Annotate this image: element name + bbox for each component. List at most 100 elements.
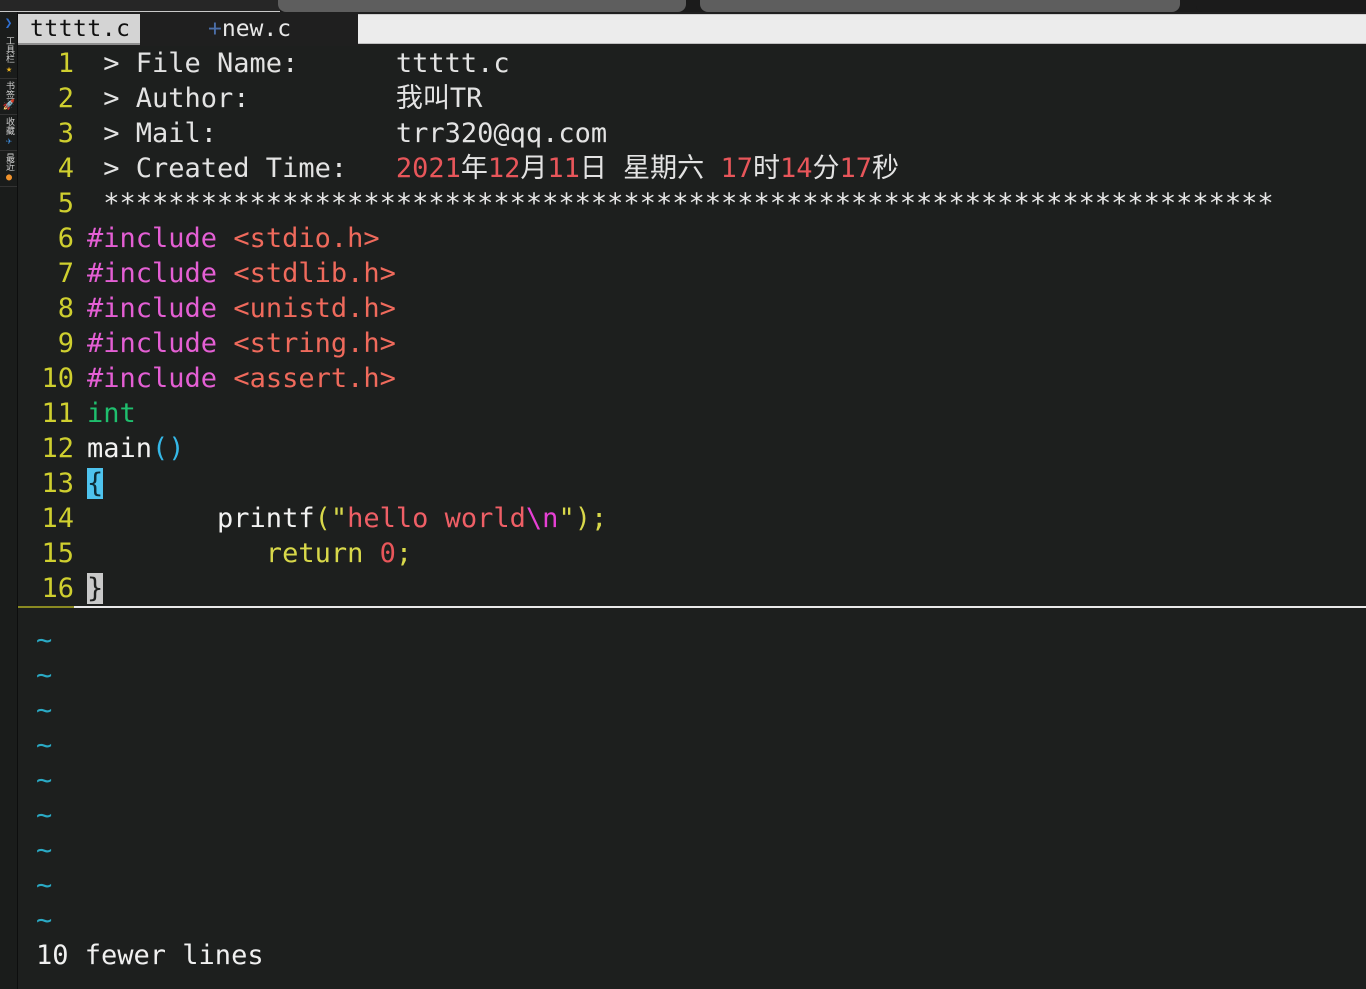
code-line[interactable]: 5 **************************************… (18, 186, 1366, 221)
paper-plane-icon: ✈ (6, 136, 12, 147)
token-hdr: <unistd.h> (233, 293, 396, 324)
token-cmt: > Author: (87, 83, 396, 114)
token-cmt: 分 (812, 153, 839, 184)
left-sidebar: ❯ 工具栏★书签🚀收藏✈最近● (0, 12, 18, 989)
code-line[interactable]: 13 { (18, 466, 1366, 501)
line-content: > File Name: ttttt.c (74, 48, 510, 79)
code-line[interactable]: 3 > Mail: trr320@qq.com (18, 116, 1366, 151)
code-line[interactable]: 7#include <stdlib.h> (18, 256, 1366, 291)
window-tab-1[interactable] (0, 0, 280, 12)
tilde-filler-line: ~ (18, 623, 1366, 658)
code-line[interactable]: 8#include <unistd.h> (18, 291, 1366, 326)
code-line[interactable]: 15 return 0; (18, 536, 1366, 571)
code-line[interactable]: 10#include <assert.h> (18, 361, 1366, 396)
code-line[interactable]: 2 > Author: 我叫TR (18, 81, 1366, 116)
token-punct: " (558, 503, 574, 534)
token-num: 0 (380, 538, 396, 569)
tilde-filler-line: ~ (18, 763, 1366, 798)
code-line[interactable]: 11 int (18, 396, 1366, 431)
line-content: #include <stdlib.h> (74, 258, 396, 289)
line-content: #include <stdio.h> (74, 223, 380, 254)
token-cmt: 秒 (872, 153, 899, 184)
token-brace-hl: { (87, 468, 103, 499)
token-hdr: <stdlib.h> (233, 258, 396, 289)
line-number: 1 (18, 46, 74, 81)
tilde-filler-line: ~ (18, 693, 1366, 728)
line-number: 7 (18, 256, 74, 291)
line-number: 2 (18, 81, 74, 116)
token-cmt: 日 星期六 (580, 153, 721, 184)
code-line[interactable]: 12main() (18, 431, 1366, 466)
code-line[interactable]: 6#include <stdio.h> (18, 221, 1366, 256)
window-tab-2[interactable] (278, 0, 686, 12)
token-fn: printf (87, 503, 315, 534)
sidebar-item-1[interactable]: 书签🚀 (0, 79, 18, 115)
token-hdr: <stdio.h> (233, 223, 379, 254)
line-number: 8 (18, 291, 74, 326)
tilde-filler-line: ~ (18, 833, 1366, 868)
sidebar-item-label: 书签 (4, 81, 14, 99)
code-buffer[interactable]: 1 > File Name: ttttt.c2 > Author: 我叫TR3 … (18, 46, 1366, 989)
token-pre: #include (87, 258, 233, 289)
tilde-filler-line: ~ (18, 658, 1366, 693)
token-cmt: 月 (520, 153, 547, 184)
code-line[interactable]: 14 printf("hello world\n"); (18, 501, 1366, 536)
line-number: 9 (18, 326, 74, 361)
token-hdr: <string.h> (233, 328, 396, 359)
line-content: #include <string.h> (74, 328, 396, 359)
sidebar-item-list: 工具栏★书签🚀收藏✈最近● (0, 34, 17, 187)
token-punct: ; (396, 538, 412, 569)
token-cmt: 时 (753, 153, 780, 184)
tilde-filler-line: ~ (18, 798, 1366, 833)
line-content: printf("hello world\n"); (74, 503, 607, 534)
line-number: 5 (18, 186, 74, 221)
code-line[interactable]: 16} (18, 571, 1366, 606)
line-content: int (74, 398, 136, 429)
sidebar-item-label: 工具栏 (4, 36, 14, 63)
token-punct: ); (575, 503, 608, 534)
line-content: > Mail: trr320@qq.com (74, 118, 607, 149)
tab-new-c-label: new.c (222, 16, 291, 42)
code-line[interactable]: 4 > Created Time: 2021年12月11日 星期六 17时14分… (18, 151, 1366, 186)
sidebar-item-0[interactable]: 工具栏★ (0, 34, 18, 79)
token-cmt: 我叫TR (396, 83, 483, 114)
line-content: return 0; (74, 538, 412, 569)
sidebar-item-2[interactable]: 收藏✈ (0, 115, 18, 151)
circle-icon: ● (6, 172, 12, 183)
line-number: 15 (18, 536, 74, 571)
sidebar-item-3[interactable]: 最近● (0, 151, 18, 187)
chevron-right-icon[interactable]: ❯ (0, 12, 17, 34)
window-tab-3[interactable] (700, 0, 1180, 12)
code-line[interactable]: 1 > File Name: ttttt.c (18, 46, 1366, 81)
token-cmt: ttttt.c (396, 48, 510, 79)
line-number: 6 (18, 221, 74, 256)
line-content: #include <assert.h> (74, 363, 396, 394)
tabline-filler (358, 14, 1366, 44)
token-cmtnum: 17 (839, 153, 872, 184)
token-pre: #include (87, 363, 233, 394)
line-content: > Created Time: 2021年12月11日 星期六 17时14分17… (74, 153, 899, 184)
tilde-filler-line: ~ (18, 868, 1366, 903)
code-line[interactable]: 9#include <string.h> (18, 326, 1366, 361)
token-cmtnum: 17 (720, 153, 753, 184)
window-tab-4[interactable] (1196, 0, 1366, 12)
star-icon: ★ (6, 64, 12, 75)
line-number: 16 (18, 571, 74, 606)
fold-separator-rule (18, 606, 1366, 609)
line-number: 11 (18, 396, 74, 431)
token-type: int (87, 398, 136, 429)
token-cmt: 年 (461, 153, 488, 184)
line-number: 4 (18, 151, 74, 186)
tab-ttttt-c[interactable]: ttttt.c (18, 14, 140, 45)
line-number: 13 (18, 466, 74, 501)
token-pre: #include (87, 223, 233, 254)
editor-tabline: ttttt.c +new.c (18, 12, 1366, 46)
token-pre: #include (87, 328, 233, 359)
token-cmtnum: 14 (780, 153, 813, 184)
token-cmt: > Created Time: (87, 153, 396, 184)
token-cmt: > File Name: (87, 48, 396, 79)
line-number: 10 (18, 361, 74, 396)
tab-new-c[interactable]: +new.c (200, 14, 299, 45)
token-punct: ( (315, 503, 331, 534)
window-tabstrip (0, 0, 1366, 12)
